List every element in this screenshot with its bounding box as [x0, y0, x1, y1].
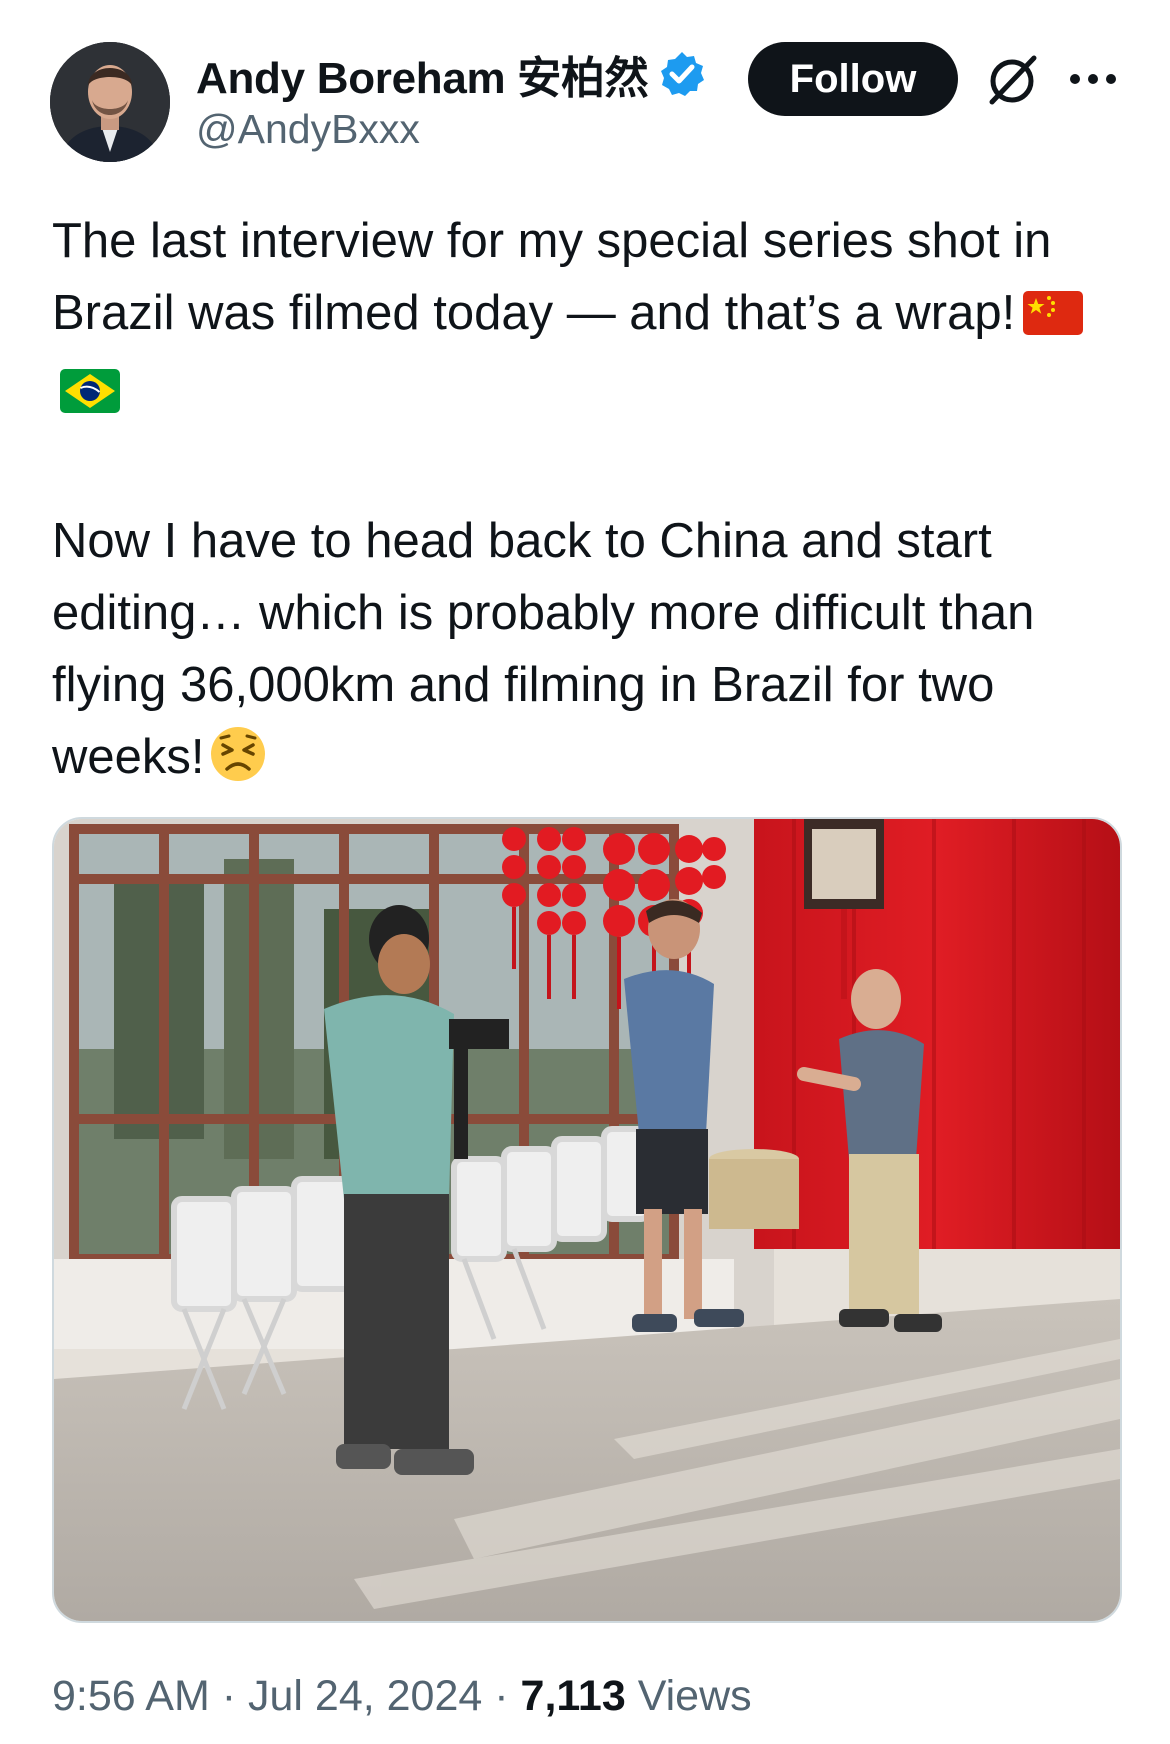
meta-separator: ·	[221, 1672, 237, 1720]
author-display-name[interactable]: Andy Boreham 安柏然	[196, 42, 649, 106]
tweet-paragraph-2: Now I have to head back to China and sta…	[52, 505, 1132, 803]
tweet-header: Andy Boreham 安柏然 @AndyBxxx Follow	[0, 0, 1170, 170]
photo-scene	[54, 819, 1120, 1621]
author-avatar[interactable]	[50, 42, 170, 162]
persevering-face-icon	[209, 725, 267, 803]
tweet-meta: 9:56 AM · Jul 24, 2024 · 7,113 Views	[52, 1672, 752, 1721]
tweet-time[interactable]: 9:56 AM	[52, 1672, 210, 1720]
brazil-flag-icon	[60, 361, 120, 433]
more-options-icon[interactable]	[1066, 56, 1120, 102]
tweet-text-2: Now I have to head back to China and sta…	[52, 514, 1035, 784]
follow-button[interactable]: Follow	[748, 42, 958, 116]
tweet-date[interactable]: Jul 24, 2024	[248, 1672, 482, 1720]
verified-badge-icon[interactable]	[658, 50, 706, 98]
author-handle[interactable]: @AndyBxxx	[196, 106, 420, 153]
views-label[interactable]: Views	[638, 1672, 752, 1720]
meta-separator: ·	[494, 1672, 509, 1720]
tweet-text-1: The last interview for my special series…	[52, 214, 1052, 340]
grok-icon[interactable]	[984, 50, 1042, 108]
tweet-body: The last interview for my special series…	[52, 205, 1132, 803]
china-flag-icon	[1023, 283, 1084, 355]
tweet-paragraph-1: The last interview for my special series…	[52, 205, 1132, 433]
views-count[interactable]: 7,113	[521, 1672, 626, 1720]
name-row: Andy Boreham 安柏然	[196, 44, 706, 104]
tweet-photo[interactable]	[52, 817, 1122, 1623]
